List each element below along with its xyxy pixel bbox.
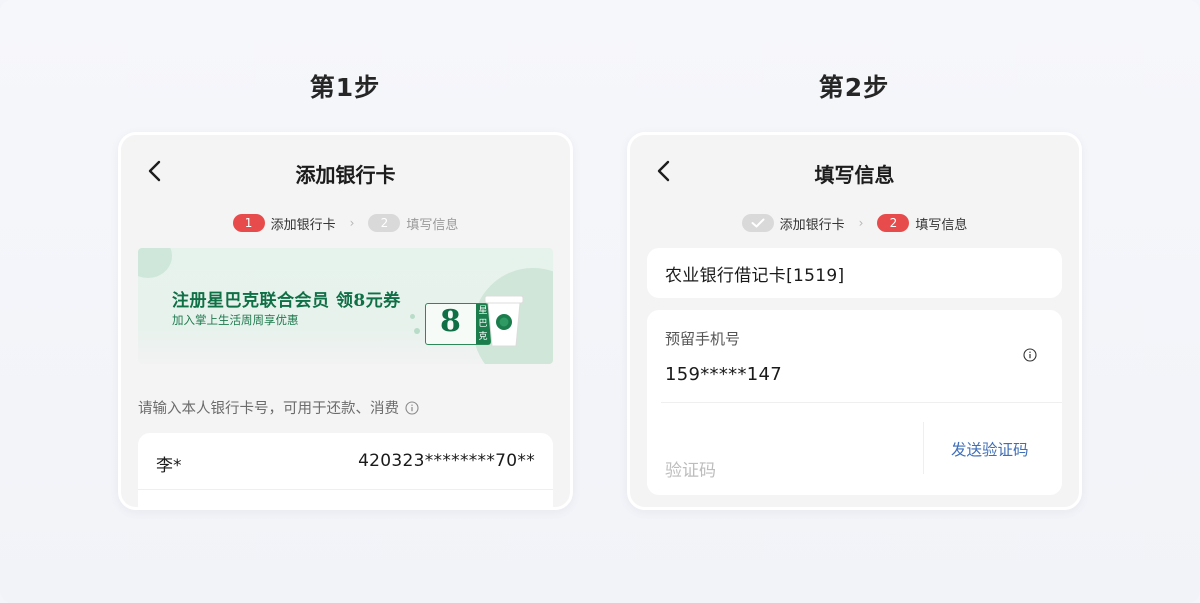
coupon-graphic: 8 星巴克 bbox=[425, 303, 491, 345]
banner-decoration bbox=[138, 248, 172, 278]
banner-decoration bbox=[414, 328, 420, 334]
card-number-hint: 请输入本人银行卡号，可用于还款、消费 bbox=[138, 397, 419, 418]
step2-heading: 第2步 bbox=[818, 73, 890, 102]
page-title: 填写信息 bbox=[814, 163, 895, 187]
bank-card-name: 农业银行借记卡[1519] bbox=[665, 266, 845, 286]
send-code-button[interactable]: 发送验证码 bbox=[951, 438, 1029, 460]
step-label-next: 填写信息 bbox=[406, 217, 459, 233]
step-label-done: 添加银行卡 bbox=[779, 217, 845, 233]
promo-banner[interactable]: 注册星巴克联合会员 领8元券 加入掌上生活周周享优惠 8 星巴克 bbox=[138, 248, 553, 364]
card-number-field[interactable]: 420323********70** bbox=[358, 451, 535, 471]
banner-subtitle: 加入掌上生活周周享优惠 bbox=[172, 313, 299, 327]
step-label-current: 填写信息 bbox=[915, 217, 968, 233]
nav-bar: 添加银行卡 bbox=[121, 135, 570, 207]
step-badge-inactive: 2 bbox=[368, 214, 401, 232]
info-icon[interactable] bbox=[1023, 348, 1037, 362]
card-info-form: 李* 420323********70** bbox=[138, 433, 553, 507]
banner-title: 注册星巴克联合会员 领8元券 bbox=[172, 291, 401, 311]
coupon-value: 8 bbox=[440, 304, 461, 339]
step-badge-done bbox=[741, 214, 774, 232]
verification-code-input[interactable]: 验证码 bbox=[665, 456, 716, 481]
chevron-right-icon: › bbox=[349, 216, 355, 230]
step1-heading: 第1步 bbox=[309, 73, 381, 102]
page-title: 添加银行卡 bbox=[295, 163, 396, 187]
bank-card-selector[interactable]: 农业银行借记卡[1519] bbox=[647, 248, 1062, 298]
phone-screen-step1: 添加银行卡 1 添加银行卡 › 2 填写信息 注册星巴克联合会员 领8元券 加入… bbox=[118, 132, 573, 510]
step-badge-active: 1 bbox=[232, 214, 265, 232]
nav-bar: 填写信息 bbox=[630, 135, 1079, 207]
hint-text: 请输入本人银行卡号，可用于还款、消费 bbox=[138, 401, 399, 417]
info-icon[interactable] bbox=[405, 400, 419, 415]
coffee-cup-icon bbox=[484, 295, 524, 347]
row-divider bbox=[138, 489, 553, 490]
chevron-right-icon: › bbox=[858, 216, 864, 230]
banner-decoration bbox=[410, 314, 415, 319]
field-separator bbox=[923, 422, 924, 474]
phone-screen-step2: 填写信息 添加银行卡 › 2 填写信息 农业银行借记卡[1519] 预留手机号 … bbox=[627, 132, 1082, 510]
progress-stepper: 1 添加银行卡 › 2 填写信息 bbox=[121, 213, 570, 233]
cardholder-name: 李* bbox=[156, 456, 182, 476]
progress-stepper: 添加银行卡 › 2 填写信息 bbox=[630, 213, 1079, 233]
row-divider bbox=[661, 402, 1062, 403]
phone-label: 预留手机号 bbox=[665, 330, 741, 348]
verification-form: 预留手机号 159*****147 验证码 发送验证码 bbox=[647, 310, 1062, 495]
check-icon bbox=[751, 218, 765, 228]
phone-number-field[interactable]: 159*****147 bbox=[665, 364, 782, 385]
canvas: 第1步 第2步 添加银行卡 1 添加银行卡 › 2 填写信息 注册星巴克联合会员… bbox=[0, 0, 1200, 603]
step-label-current: 添加银行卡 bbox=[270, 217, 336, 233]
step-badge-active: 2 bbox=[877, 214, 910, 232]
